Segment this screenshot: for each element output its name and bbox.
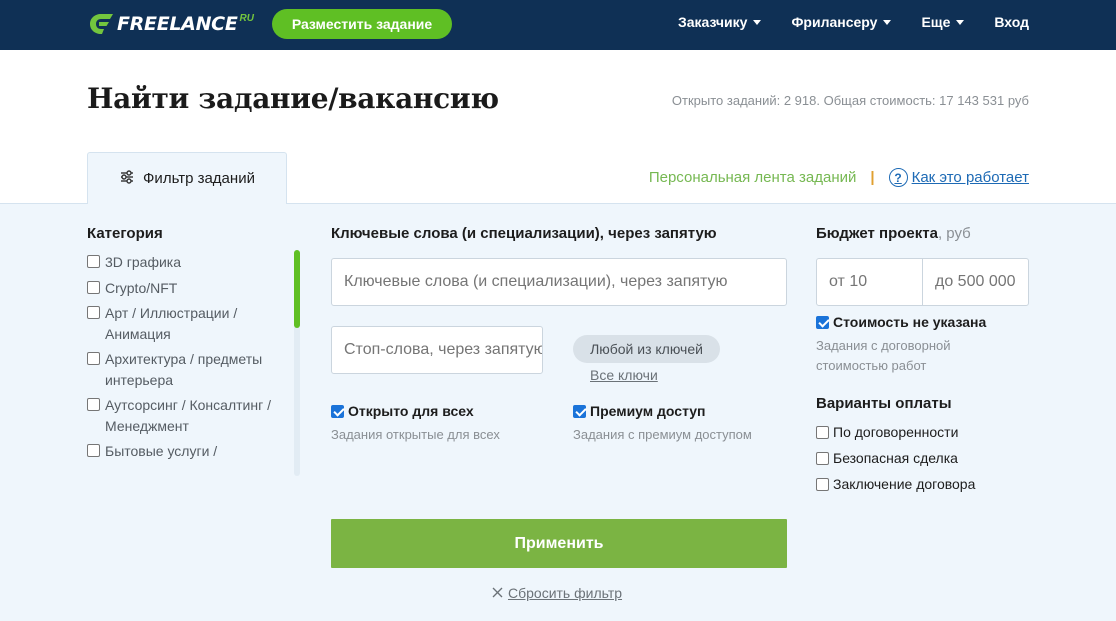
budget-unit: , руб <box>937 225 971 242</box>
logo-text: FREELANCE <box>117 13 238 35</box>
payment-checkbox[interactable] <box>816 425 829 439</box>
nav-item-more[interactable]: Еще <box>921 14 965 30</box>
filter-panel: Категория 3D графика Crypto/NFT Арт / Ил… <box>0 203 1116 621</box>
match-mode-toggle[interactable]: Любой из ключей <box>573 335 720 363</box>
category-label: Категория <box>87 225 163 242</box>
premium-option[interactable]: Премиум доступ <box>573 403 706 419</box>
category-checkbox[interactable] <box>87 352 100 365</box>
personal-feed-link[interactable]: Персональная лента заданий <box>649 169 857 186</box>
question-circle-icon: ? <box>888 168 908 187</box>
premium-label: Премиум доступ <box>590 403 706 419</box>
open-for-all-checkbox[interactable] <box>331 404 344 418</box>
nav-item-customer[interactable]: Заказчику <box>677 14 762 30</box>
reset-filter-link[interactable]: Сбросить фильтр <box>492 585 622 601</box>
budget-from-input[interactable] <box>816 258 923 306</box>
budget-to-input[interactable] <box>922 258 1029 306</box>
payment-option-label: Заключение договора <box>833 476 976 492</box>
payment-option-safe-deal[interactable]: Безопасная сделка <box>816 450 958 466</box>
how-it-works-label: Как это работает <box>911 169 1029 186</box>
budget-hint-line: Задания с договорной <box>816 338 951 353</box>
budget-not-specified-checkbox[interactable] <box>816 315 829 329</box>
payment-option-contract[interactable]: Заключение договора <box>816 476 975 492</box>
tab-task-filter[interactable]: Фильтр заданий <box>87 152 287 204</box>
category-list: 3D графика Crypto/NFT Арт / Иллюстрации … <box>87 252 287 478</box>
open-for-all-label: Открыто для всех <box>348 403 474 419</box>
chevron-down-icon <box>956 19 965 25</box>
close-icon <box>492 585 503 601</box>
top-header: FREELANCE RU Разместить задание Заказчик… <box>0 0 1116 50</box>
premium-hint: Задания с премиум доступом <box>573 427 752 442</box>
category-item-label: Crypto/NFT <box>105 279 178 296</box>
keywords-label: Ключевые слова (и специализации), через … <box>331 225 717 242</box>
budget-not-specified-option[interactable]: Стоимость не указана <box>816 314 986 330</box>
budget-hint-line: стоимостью работ <box>816 358 927 373</box>
page-title: Найти задание/вакансию <box>87 82 499 115</box>
nav-item-freelancer[interactable]: Фрилансеру <box>791 14 892 30</box>
category-checkbox[interactable] <box>87 398 100 411</box>
category-item-label: 3D графика <box>105 254 182 270</box>
main-nav: Заказчику Фрилансеру Еще Вход <box>678 0 1029 44</box>
open-for-all-option[interactable]: Открыто для всех <box>331 403 474 419</box>
category-item-architecture[interactable]: Архитектура / предметы интерьера <box>87 349 287 390</box>
premium-checkbox[interactable] <box>573 404 586 418</box>
apply-filter-button[interactable]: Применить <box>331 519 787 568</box>
payment-checkbox[interactable] <box>816 477 829 491</box>
links-separator: | <box>870 169 875 186</box>
payment-option-label: По договоренности <box>833 424 959 440</box>
budget-not-specified-label: Стоимость не указана <box>833 314 987 330</box>
reset-filter-label: Сбросить фильтр <box>508 585 623 601</box>
category-item-label: Архитектура / предметы интерьера <box>105 351 263 388</box>
category-scroll-thumb[interactable] <box>294 250 300 328</box>
category-item-crypto[interactable]: Crypto/NFT <box>87 278 287 299</box>
tab-links: Персональная лента заданий | ? Как это р… <box>649 168 1029 187</box>
category-item-household[interactable]: Бытовые услуги / <box>87 441 287 462</box>
nav-item-label: Вход <box>994 14 1029 30</box>
payment-checkbox[interactable] <box>816 451 829 465</box>
nav-item-label: Еще <box>921 14 951 30</box>
category-item-3d[interactable]: 3D графика <box>87 252 287 273</box>
category-item-label: Арт / Иллюстрации / Анимация <box>105 305 238 342</box>
category-checkbox[interactable] <box>87 444 100 457</box>
nav-item-login[interactable]: Вход <box>994 14 1029 30</box>
budget-hint: Задания с договорной стоимостью работ <box>816 336 951 376</box>
budget-label: Бюджет проекта, руб <box>816 225 971 242</box>
site-logo[interactable]: FREELANCE RU <box>87 9 254 39</box>
tasks-stats: Открыто заданий: 2 918. Общая стоимость:… <box>671 93 1029 108</box>
budget-label-text: Бюджет проекта <box>816 225 938 242</box>
category-item-outsourcing[interactable]: Аутсорсинг / Консалтинг / Менеджмент <box>87 395 287 436</box>
category-item-label: Бытовые услуги / <box>105 443 218 459</box>
category-checkbox[interactable] <box>87 255 100 268</box>
category-checkbox[interactable] <box>87 306 100 319</box>
tab-label: Фильтр заданий <box>143 170 255 187</box>
keywords-input[interactable] <box>331 258 787 306</box>
category-checkbox[interactable] <box>87 280 100 294</box>
chevron-down-icon <box>883 19 892 25</box>
category-item-art[interactable]: Арт / Иллюстрации / Анимация <box>87 303 287 344</box>
nav-item-label: Заказчику <box>677 14 748 30</box>
logo-suffix: RU <box>239 12 254 24</box>
open-for-all-hint: Задания открытые для всех <box>331 427 500 442</box>
nav-item-label: Фрилансеру <box>791 14 878 30</box>
all-keys-link[interactable]: Все ключи <box>590 367 658 383</box>
payment-option-label: Безопасная сделка <box>833 450 958 466</box>
post-task-button[interactable]: Разместить задание <box>272 9 452 39</box>
how-it-works-link[interactable]: ? Как это работает <box>888 168 1029 187</box>
sliders-icon <box>119 169 135 189</box>
category-item-label: Аутсорсинг / Консалтинг / Менеджмент <box>105 397 271 434</box>
chevron-down-icon <box>753 19 762 25</box>
payment-options-label: Варианты оплаты <box>816 395 952 412</box>
payment-option-agreement[interactable]: По договоренности <box>816 424 958 440</box>
stopwords-input[interactable] <box>331 326 543 374</box>
logo-icon <box>87 12 115 36</box>
